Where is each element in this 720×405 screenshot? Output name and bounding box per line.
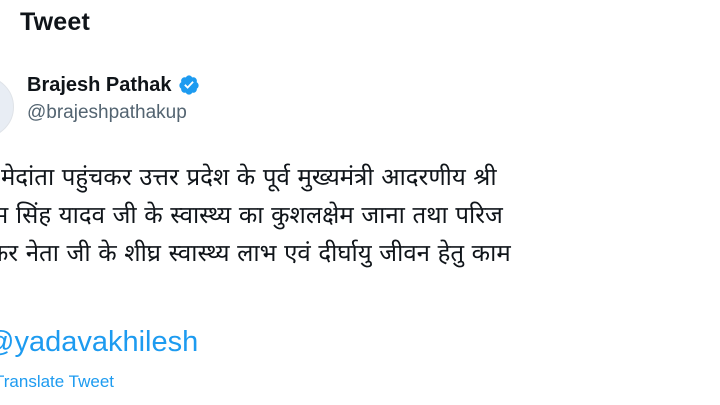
tweet-author: Brajesh Pathak @brajeshpathakup xyxy=(27,70,200,124)
tweet-text-line: यम सिंह यादव जी के स्वास्थ्य का कुशलक्षे… xyxy=(0,201,503,229)
tweet-page: Tweet Brajesh Pathak @brajeshpathakup ने… xyxy=(0,0,720,405)
translate-tweet-link[interactable]: Translate Tweet xyxy=(0,372,114,392)
tweet-text-line: रकर नेता जी के शीघ्र स्वास्थ्य लाभ एवं द… xyxy=(0,239,511,267)
author-row: Brajesh Pathak xyxy=(27,70,200,100)
page-title: Tweet xyxy=(20,8,90,36)
author-name[interactable]: Brajesh Pathak xyxy=(27,74,172,97)
verified-badge-icon xyxy=(178,74,200,96)
avatar[interactable] xyxy=(0,76,14,138)
author-handle[interactable]: @brajeshpathakup xyxy=(27,102,200,124)
tweet-text-line: ने मेदांता पहुंचकर उत्तर प्रदेश के पूर्व… xyxy=(0,163,497,191)
mention-link[interactable]: @yadavakhilesh xyxy=(0,326,198,359)
tweet-text: ने मेदांता पहुंचकर उत्तर प्रदेश के पूर्व… xyxy=(0,158,720,272)
